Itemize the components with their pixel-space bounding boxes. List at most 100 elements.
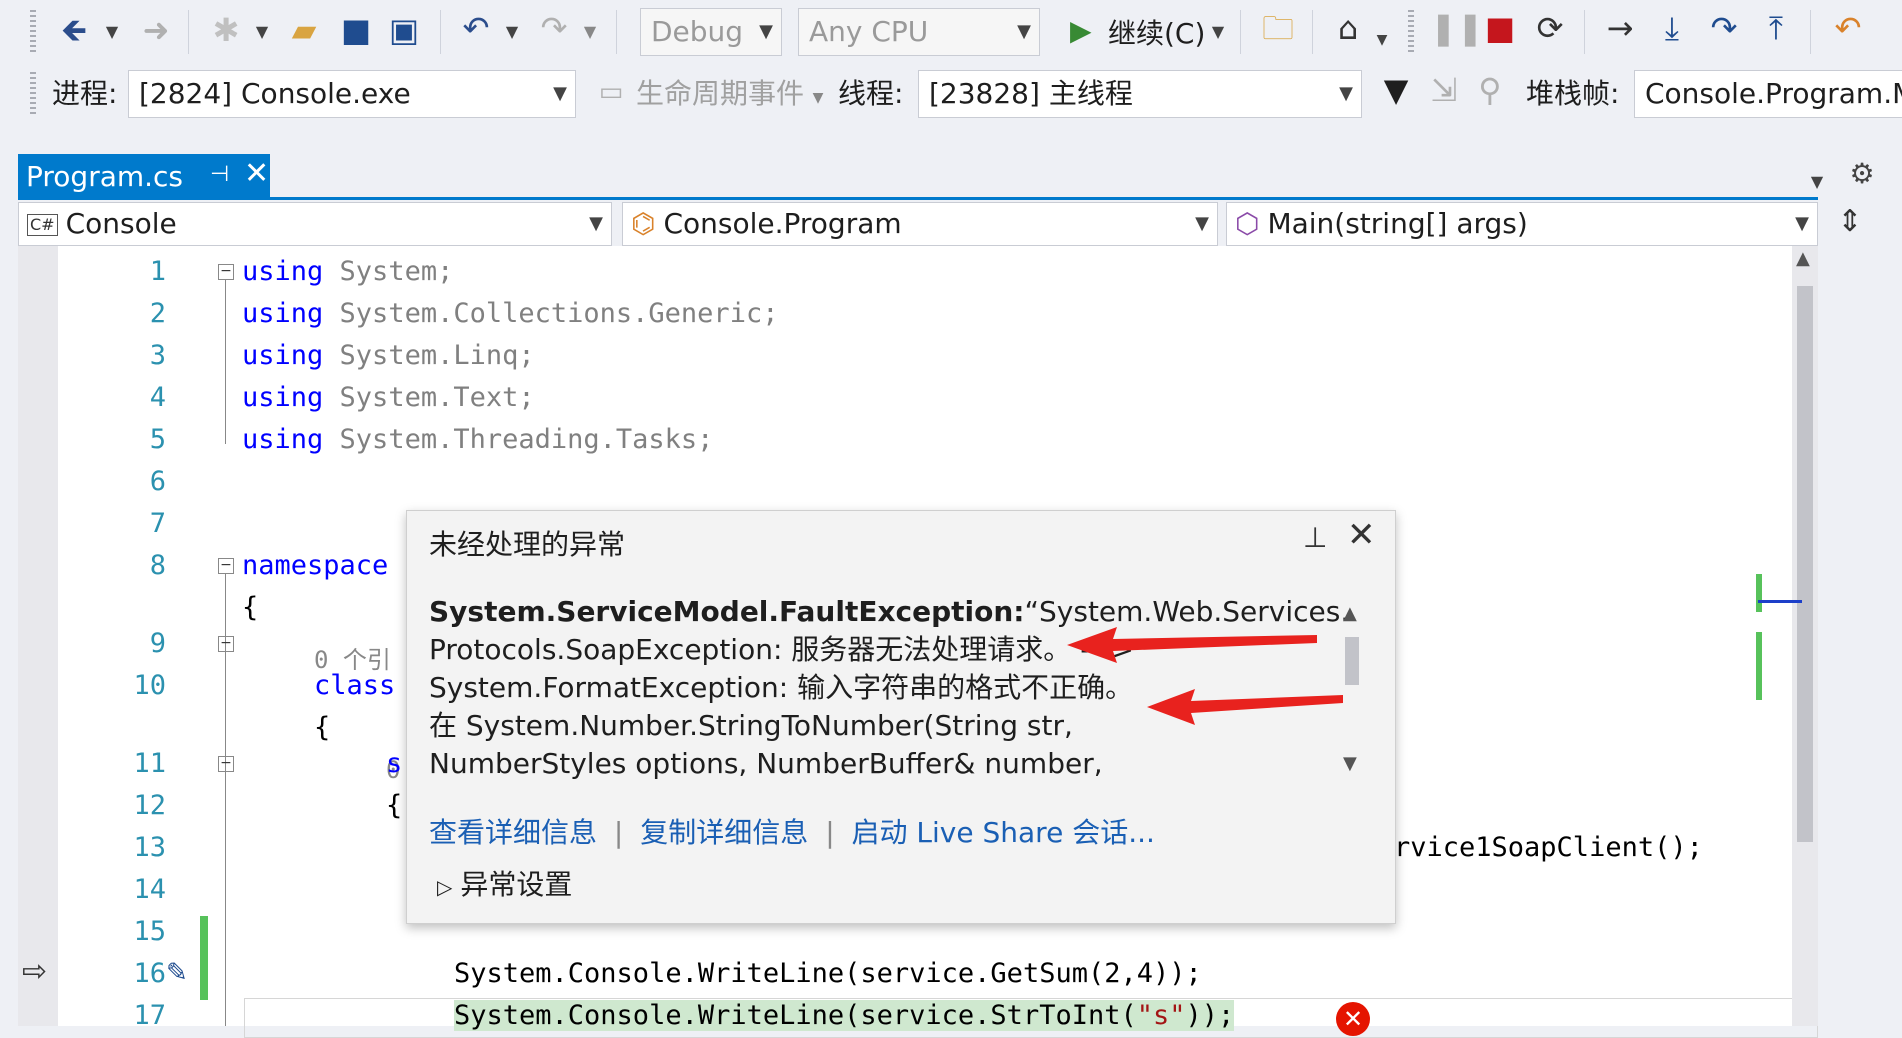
line-number: 9: [149, 628, 166, 659]
vertical-scrollbar[interactable]: ▲: [1792, 246, 1818, 1026]
dropdown-arrow-icon[interactable]: ▼: [100, 14, 124, 50]
dropdown-arrow-icon[interactable]: ▼: [1206, 14, 1230, 50]
solution-config-dropdown[interactable]: Debug ▼: [640, 8, 782, 56]
current-statement-arrow-icon[interactable]: ⇨: [22, 954, 47, 989]
code-line: using System.Linq;: [242, 340, 535, 371]
error-icon[interactable]: ✕: [1336, 1002, 1370, 1036]
solution-config-value: Debug: [651, 15, 744, 48]
tab-program-cs[interactable]: Program.cs ⊣ ✕: [18, 154, 270, 198]
chevron-down-icon: ▼: [759, 21, 773, 42]
line-number: 3: [149, 340, 166, 371]
step-over-icon[interactable]: ↷: [1704, 10, 1744, 46]
line-number: 12: [133, 790, 166, 821]
close-icon[interactable]: ✕: [1347, 515, 1376, 555]
pause-icon[interactable]: ❚❚: [1430, 10, 1484, 46]
line-number: 17: [133, 1000, 166, 1031]
show-next-statement-icon[interactable]: →: [1600, 10, 1640, 46]
step-out-icon[interactable]: ⤒: [1756, 10, 1796, 46]
continue-button[interactable]: ▶ 继续(C): [1066, 8, 1226, 56]
toolbar-grip[interactable]: [30, 72, 36, 116]
filter-icon[interactable]: ▼: [1376, 72, 1416, 108]
code-line: using System;: [242, 256, 454, 287]
chevron-down-icon: ▼: [1795, 213, 1809, 234]
method-icon: ⬡: [1235, 207, 1260, 240]
code-line: {: [242, 592, 259, 623]
project-dropdown[interactable]: C# Console ▼: [18, 202, 612, 246]
find-in-files-icon[interactable]: 🗀: [1256, 10, 1300, 46]
exception-settings-toggle[interactable]: ▷ 异常设置: [437, 863, 572, 903]
undo-icon[interactable]: ↶: [456, 10, 496, 46]
stackframe-value: Console.Program.Ma: [1645, 77, 1902, 110]
toolbar-grip[interactable]: [1408, 10, 1414, 54]
pin-icon[interactable]: ⊣: [210, 162, 229, 187]
scroll-down-icon[interactable]: ▼: [1343, 753, 1357, 774]
pin-icon[interactable]: ⊥: [1303, 521, 1327, 554]
open-folder-icon[interactable]: ▰: [284, 12, 324, 48]
line-number: 15: [133, 916, 166, 947]
code-line: class: [314, 670, 396, 701]
indicator-margin[interactable]: [18, 246, 58, 1026]
type-value: Console.Program: [663, 207, 902, 240]
code-line: s: [386, 748, 403, 779]
collapse-icon[interactable]: −: [218, 264, 234, 280]
view-details-link[interactable]: 查看详细信息: [429, 816, 597, 849]
exception-type: System.ServiceModel.FaultException:: [429, 595, 1025, 628]
scrollbar-thumb[interactable]: [1345, 637, 1359, 685]
platform-dropdown[interactable]: Any CPU ▼: [798, 8, 1040, 56]
home-browser-icon[interactable]: ⌂: [1326, 10, 1370, 46]
back-icon[interactable]: 🡸: [54, 12, 94, 48]
line-number: 5: [149, 424, 166, 455]
line-number: 6: [149, 466, 166, 497]
dropdown-arrow-icon[interactable]: ▼: [250, 14, 274, 50]
stackframe-dropdown[interactable]: Console.Program.Ma: [1634, 70, 1902, 118]
redo-icon[interactable]: ↷: [534, 10, 574, 46]
restart-icon[interactable]: ⟳: [1530, 10, 1570, 46]
line-number: 4: [149, 382, 166, 413]
forward-icon[interactable]: ➜: [136, 12, 176, 48]
collapse-icon[interactable]: −: [218, 636, 234, 652]
flag-threads-icon[interactable]: ⚲: [1470, 72, 1510, 108]
line-number: 14: [133, 874, 166, 905]
project-value: Console: [65, 207, 177, 240]
process-label: 进程:: [52, 77, 118, 110]
dropdown-arrow-icon[interactable]: ▼: [808, 80, 828, 116]
step-into-icon[interactable]: ⤓: [1652, 10, 1692, 46]
scroll-up-icon[interactable]: ▲: [1796, 248, 1810, 269]
save-icon[interactable]: ■: [336, 12, 376, 48]
gear-icon[interactable]: ⚙: [1842, 156, 1882, 192]
play-icon: ▶: [1070, 14, 1092, 47]
lifecycle-events-button[interactable]: 生命周期事件: [636, 70, 804, 118]
dropdown-arrow-icon[interactable]: ▼: [578, 14, 602, 50]
thread-value: [23828] 主线程: [929, 77, 1133, 110]
scrollbar-thumb[interactable]: [1797, 286, 1813, 842]
line-number: 8: [149, 550, 166, 581]
code-line: {: [386, 790, 403, 821]
process-dropdown[interactable]: [2824] Console.exe ▼: [128, 70, 576, 118]
close-icon[interactable]: ✕: [244, 156, 269, 191]
current-statement-line: System.Console.WriteLine(service.StrToIn…: [454, 1000, 1235, 1031]
thread-dropdown[interactable]: [23828] 主线程 ▼: [918, 70, 1362, 118]
save-all-icon[interactable]: ▣: [384, 12, 424, 48]
code-line: namespace: [242, 550, 389, 581]
dropdown-arrow-icon[interactable]: ▼: [500, 14, 524, 50]
lifecycle-events-icon[interactable]: ▭: [594, 74, 628, 110]
undo-step-icon[interactable]: ↶: [1826, 10, 1870, 46]
collapse-icon[interactable]: −: [218, 756, 234, 772]
member-dropdown[interactable]: ⬡ Main(string[] args) ▼: [1226, 202, 1818, 246]
platform-value: Any CPU: [809, 15, 929, 48]
scroll-up-icon[interactable]: ▲: [1343, 603, 1357, 624]
filter-threads-icon[interactable]: ⇲: [1424, 72, 1464, 108]
chevron-down-icon: ▼: [1339, 83, 1353, 104]
quick-actions-icon[interactable]: ✎: [166, 958, 188, 988]
copy-details-link[interactable]: 复制详细信息: [640, 816, 808, 849]
chevron-down-icon: ▼: [589, 213, 603, 234]
stop-icon[interactable]: ■: [1480, 10, 1520, 46]
type-dropdown[interactable]: ⌬ Console.Program ▼: [622, 202, 1218, 246]
split-window-icon[interactable]: ⇕: [1828, 204, 1872, 240]
dropdown-arrow-icon[interactable]: ▼: [1372, 22, 1392, 58]
start-live-share-link[interactable]: 启动 Live Share 会话...: [852, 816, 1155, 849]
tab-overflow-dropdown-icon[interactable]: ▼: [1802, 164, 1832, 200]
collapse-icon[interactable]: −: [218, 558, 234, 574]
new-project-icon[interactable]: ✱: [206, 12, 246, 48]
toolbar-grip[interactable]: [30, 10, 36, 54]
